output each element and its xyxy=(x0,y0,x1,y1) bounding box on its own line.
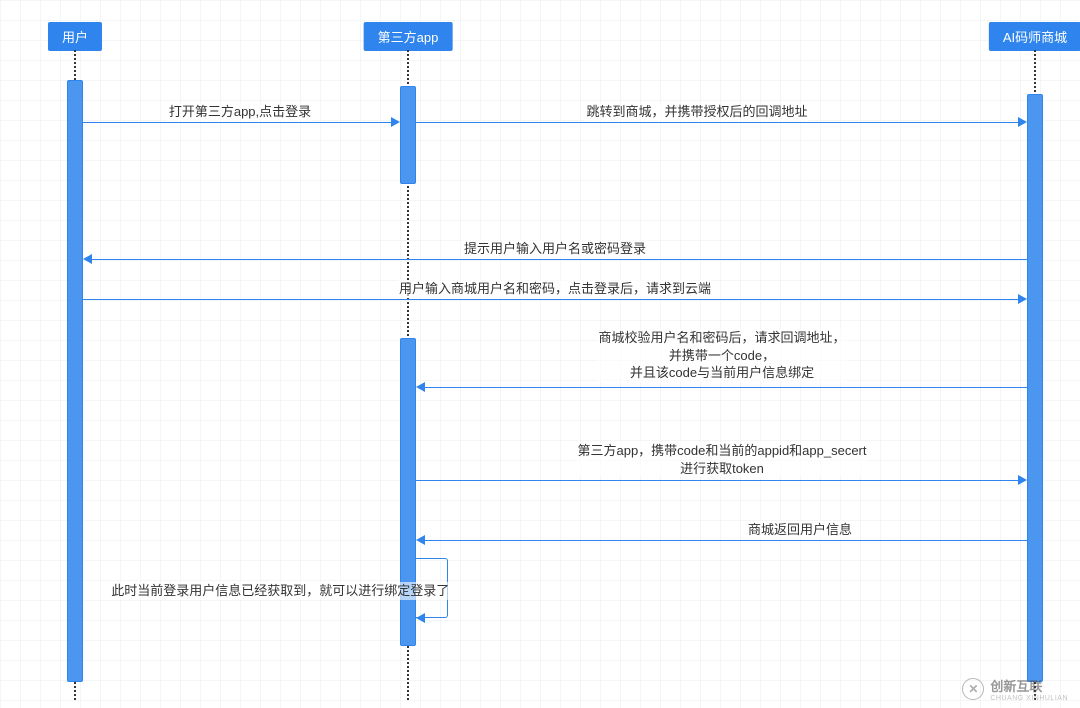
msg-2-arrow xyxy=(416,122,1021,123)
msg-8-label: 此时当前登录用户信息已经获取到，就可以进行绑定登录了 xyxy=(109,582,451,600)
msg-3-arrowhead xyxy=(83,254,92,264)
msg-1-arrow xyxy=(83,122,393,123)
msg-7-label: 商城返回用户信息 xyxy=(746,521,854,539)
activation-mall xyxy=(1027,94,1043,682)
watermark: ✕ 创新互联 CHUANG XINHULIAN xyxy=(962,676,1068,702)
msg-4-label: 用户输入商城用户名和密码，点击登录后，请求到云端 xyxy=(397,280,713,298)
watermark-icon: ✕ xyxy=(962,678,984,700)
msg-5-arrow xyxy=(423,387,1027,388)
msg-5-label: 商城校验用户名和密码后，请求回调地址， 并携带一个code， 并且该code与当… xyxy=(596,329,847,382)
participant-user: 用户 xyxy=(48,22,102,51)
participant-mall: AI码师商城 xyxy=(989,22,1080,51)
watermark-pinyin: CHUANG XINHULIAN xyxy=(990,695,1068,702)
sequence-diagram: 用户 第三方app AI码师商城 打开第三方app,点击登录 跳转到商城，并携带… xyxy=(0,0,1080,708)
msg-5-arrowhead xyxy=(416,382,425,392)
msg-6-arrow xyxy=(416,480,1021,481)
msg-3-label: 提示用户输入用户名或密码登录 xyxy=(462,240,648,258)
msg-6-arrowhead xyxy=(1018,475,1027,485)
msg-7-arrowhead xyxy=(416,535,425,545)
activation-user xyxy=(67,80,83,682)
msg-1-arrowhead xyxy=(391,117,400,127)
participant-app: 第三方app xyxy=(364,22,453,51)
msg-6-label: 第三方app，携带code和当前的appid和app_secert 进行获取to… xyxy=(575,442,868,477)
msg-4-arrowhead xyxy=(1018,294,1027,304)
msg-2-arrowhead xyxy=(1018,117,1027,127)
msg-4-arrow xyxy=(83,299,1021,300)
msg-1-label: 打开第三方app,点击登录 xyxy=(167,103,313,121)
msg-8-arrowhead xyxy=(416,613,425,623)
msg-2-label: 跳转到商城，并携带授权后的回调地址 xyxy=(584,103,809,121)
msg-3-arrow xyxy=(90,259,1027,260)
activation-app-1 xyxy=(400,86,416,184)
watermark-brand: 创新互联 xyxy=(990,676,1068,695)
activation-app-2 xyxy=(400,338,416,646)
msg-7-arrow xyxy=(423,540,1027,541)
